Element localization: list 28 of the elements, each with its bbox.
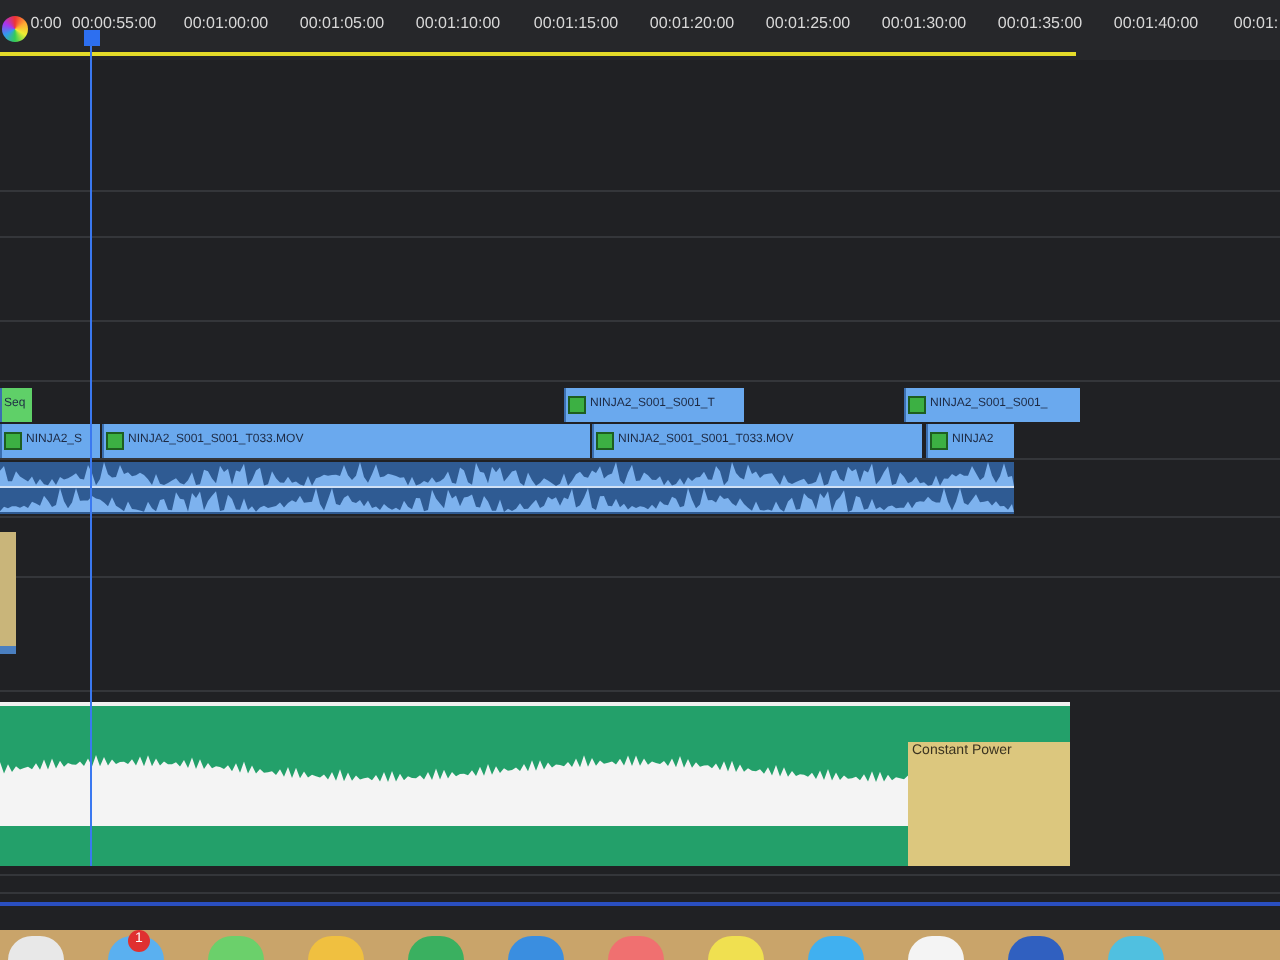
app-icon[interactable] — [808, 936, 864, 960]
timecode-label: 00:01:25:00 — [765, 12, 851, 36]
timecode-label: 00:01:20:00 — [649, 12, 735, 36]
app-icon[interactable] — [908, 936, 964, 960]
timecode-label: 00:01:35:00 — [997, 12, 1083, 36]
app-icon[interactable] — [308, 936, 364, 960]
timecode-label: 00:01: — [1233, 12, 1279, 36]
small-clip — [0, 532, 16, 654]
timecode-label: 00:01:10:00 — [415, 12, 501, 36]
fx-badge-icon — [4, 432, 22, 450]
timeline-ruler[interactable]: 0:00 00:00:55:00 00:01:00:00 00:01:05:00 00:01:10:00 00:01:15:00 00:01:20:00 00:01:25:00 00:01:30:00 00:01:35:00 00:01:40:00 00:01: — [0, 0, 1280, 60]
app-icon[interactable] — [408, 936, 464, 960]
timecode-label: 00:01:40:00 — [1113, 12, 1199, 36]
playhead[interactable] — [82, 30, 100, 866]
fx-badge-icon — [106, 432, 124, 450]
app-icon[interactable] — [1008, 936, 1064, 960]
timecode-label: 00:01:00:00 — [183, 12, 269, 36]
app-icon[interactable] — [1108, 936, 1164, 960]
timecode-label: 0:00 — [30, 12, 62, 36]
app-icon[interactable] — [208, 936, 264, 960]
app-icon[interactable] — [708, 936, 764, 960]
timecode-label: 00:01:30:00 — [881, 12, 967, 36]
timecode-label: 00:01:15:00 — [533, 12, 619, 36]
app-icon[interactable] — [8, 936, 64, 960]
app-icon[interactable] — [508, 936, 564, 960]
timecode-label: 00:00:55:00 — [71, 12, 157, 36]
app-icon[interactable] — [608, 936, 664, 960]
timecode-label: 00:01:05:00 — [299, 12, 385, 36]
